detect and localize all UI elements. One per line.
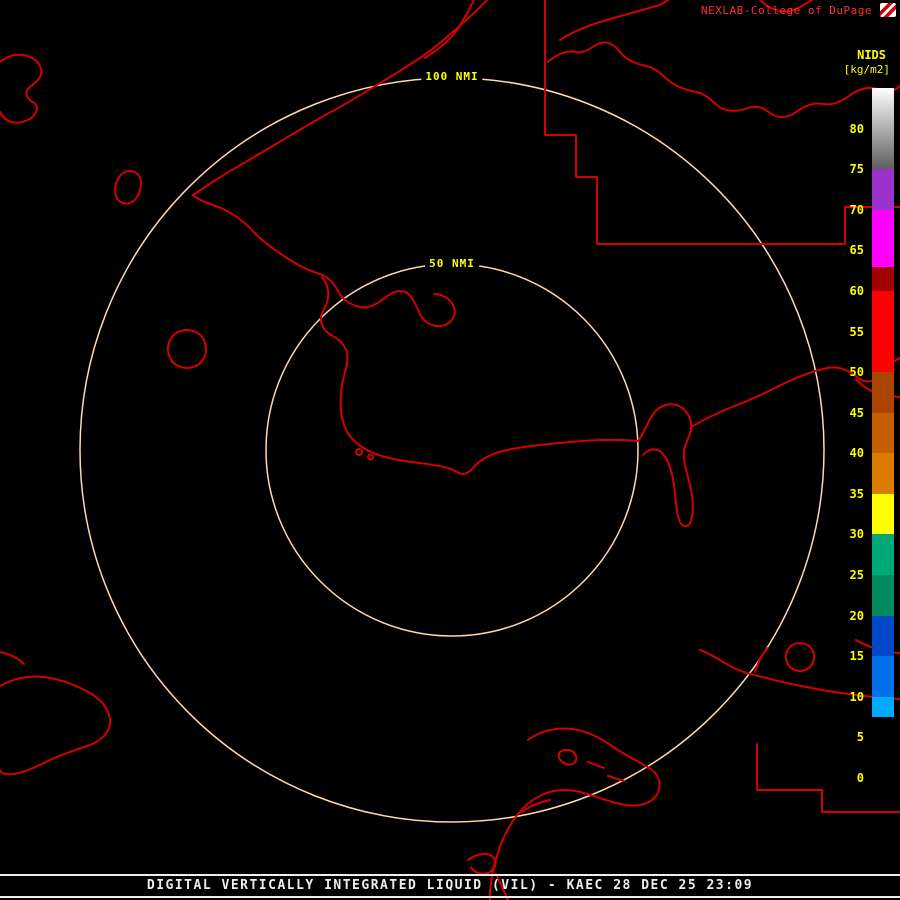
coastline-topright: [547, 41, 900, 118]
colorbar-title: NIDS: [857, 48, 886, 62]
colorbar-tick-label: 5: [856, 730, 864, 745]
colorbar-tick-label: 0: [856, 771, 864, 785]
colorbar-tick-label: 50: [849, 365, 864, 380]
colorbar-tick-label: 60: [849, 283, 864, 298]
island-topleft: [0, 53, 43, 124]
islet-bottom: [467, 852, 509, 900]
colorbar-tick-label: 30: [849, 527, 864, 542]
colorbar: [872, 88, 894, 778]
colorbar-segment: [872, 412, 894, 454]
dupage-logo-icon: [880, 3, 896, 17]
islet-ring-left: [167, 329, 207, 369]
footer-divider-top: [0, 874, 900, 876]
colorbar-tick-label: 65: [849, 243, 864, 258]
colorbar-segment: [872, 575, 894, 616]
lake-detail-1: [557, 748, 578, 766]
colorbar-units: [kg/m2]: [843, 63, 890, 76]
coastline-northeast: [690, 357, 900, 428]
lake-detail-2: [587, 761, 625, 782]
colorbar-tick-label: 10: [849, 689, 864, 704]
coastline-northwest: [192, 0, 488, 328]
colorbar-tick-label: 55: [849, 324, 864, 339]
header: NEXLAB-College of DuPage: [701, 3, 896, 17]
product-caption: DIGITAL VERTICALLY INTEGRATED LIQUID (VI…: [146, 878, 754, 893]
colorbar-segment: [872, 493, 894, 535]
range-ring-100: [79, 77, 825, 823]
colorbar-segment: [872, 656, 894, 697]
colorbar-segment: [872, 209, 894, 267]
map-outlines: [0, 0, 900, 900]
colorbar-tick-label: 35: [849, 486, 864, 501]
range-ring-label-50: 50 NMI: [425, 257, 479, 270]
colorbar-tick-label: 80: [849, 121, 864, 136]
colorbar-tick-label: 45: [849, 405, 864, 420]
coastline-topright-upper: [559, 0, 669, 41]
colorbar-tick-label: 15: [849, 649, 864, 664]
colorbar-segment: [872, 696, 894, 718]
colorbar-tick-label: 25: [849, 568, 864, 583]
island-bottomleft: [0, 675, 111, 776]
coast-branch-bottomright: [754, 647, 769, 673]
colorbar-tick-label: 70: [849, 202, 864, 217]
footer-divider-bottom: [0, 896, 900, 898]
colorbar-tick-label: 75: [849, 162, 864, 177]
islet-ring-right: [785, 642, 815, 672]
colorbar-segment: [872, 169, 894, 210]
site-title: NEXLAB-College of DuPage: [701, 3, 872, 17]
colorbar-tick-label: 20: [849, 608, 864, 623]
colorbar-segment: [872, 615, 894, 657]
coastline-bottomright: [699, 649, 900, 700]
colorbar-segment: [872, 534, 894, 576]
colorbar-tick-label: 40: [849, 446, 864, 461]
colorbar-segment: [872, 88, 894, 170]
colorbar-segment: [872, 266, 894, 291]
radar-display: 100 NMI 50 NMI NEXLAB-College of DuPage …: [0, 0, 900, 900]
range-ring-label-100: 100 NMI: [421, 70, 483, 83]
islets-center: [355, 448, 374, 461]
colorbar-segment: [872, 717, 894, 778]
colorbar-segment: [872, 453, 894, 494]
peninsula-center-right: [637, 403, 694, 527]
islet-ring-upperleft: [114, 169, 143, 205]
colorbar-segment: [872, 290, 894, 373]
shoreline-left: [0, 651, 25, 665]
colorbar-segment: [872, 372, 894, 413]
